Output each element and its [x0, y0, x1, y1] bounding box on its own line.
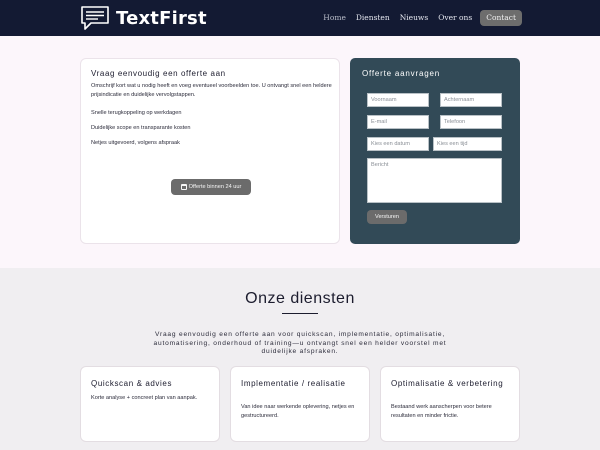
nav-diensten[interactable]: Diensten [356, 10, 390, 26]
nav-home[interactable]: Home [323, 10, 346, 26]
hero-section: Vraag eenvoudig een offerte aan Omschrij… [0, 36, 600, 268]
nav-contact-button[interactable]: Contact [480, 10, 522, 26]
intro-feature: Snelle terugkoppeling op werkdagen [91, 110, 182, 116]
date-picker-field[interactable]: Kies een datum [367, 137, 429, 151]
title-divider [282, 313, 318, 314]
services-section: Onze diensten Vraag eenvoudig een offert… [0, 268, 600, 450]
section-intro: Vraag eenvoudig een offerte aan voor qui… [153, 331, 447, 355]
submit-button[interactable]: Versturen [367, 210, 407, 224]
quote-24h-label: Offerte binnen 24 uur [188, 184, 242, 190]
nav-nieuws[interactable]: Nieuws [400, 10, 429, 26]
quote-24h-button[interactable]: Offerte binnen 24 uur [171, 179, 251, 195]
service-title: Optimalisatie & verbetering [391, 379, 504, 388]
form-title: Offerte aanvragen [362, 69, 440, 78]
calendar-icon [180, 184, 187, 190]
service-title: Quickscan & advies [91, 379, 173, 388]
service-description: Korte analyse + concreet plan van aanpak… [91, 395, 198, 401]
intro-feature: Netjes uitgevoerd, volgens afspraak [91, 140, 180, 146]
brand-name: TextFirst [116, 7, 207, 29]
section-title: Onze diensten [245, 290, 355, 307]
top-navbar: TextFirst Home Diensten Nieuws Over ons … [0, 0, 600, 36]
chat-bubble-logo-icon [81, 6, 109, 30]
quote-form: Offerte aanvragen Voornaam Achternaam E-… [350, 58, 520, 244]
intro-card: Vraag eenvoudig een offerte aan Omschrij… [80, 58, 340, 244]
service-description: Van idee naar werkende oplevering, netje… [241, 404, 355, 419]
email-field[interactable]: E-mail [367, 115, 429, 129]
brand-logo[interactable]: TextFirst [80, 5, 207, 31]
service-card[interactable]: Quickscan & advies Korte analyse + concr… [80, 366, 220, 442]
service-title: Implementatie / realisatie [241, 379, 346, 388]
service-card[interactable]: Implementatie / realisatie Van idee naar… [230, 366, 370, 442]
time-picker-field[interactable]: Kies een tijd [433, 137, 502, 151]
nav-over-ons[interactable]: Over ons [438, 10, 472, 26]
main-nav: Home Diensten Nieuws Over ons Contact [313, 10, 522, 26]
intro-title: Vraag eenvoudig een offerte aan [91, 69, 226, 78]
last-name-field[interactable]: Achternaam [440, 93, 502, 107]
intro-feature: Duidelijke scope en transparante kosten [91, 125, 191, 131]
phone-field[interactable]: Telefoon [440, 115, 502, 129]
service-card[interactable]: Optimalisatie & verbetering Bestaand wer… [380, 366, 520, 442]
message-textarea[interactable]: Bericht [367, 158, 502, 203]
intro-description: Omschrijf kort wat u nodig heeft en voeg… [91, 83, 332, 98]
service-description: Bestaand werk aanscherpen voor betere re… [391, 404, 492, 419]
first-name-field[interactable]: Voornaam [367, 93, 429, 107]
